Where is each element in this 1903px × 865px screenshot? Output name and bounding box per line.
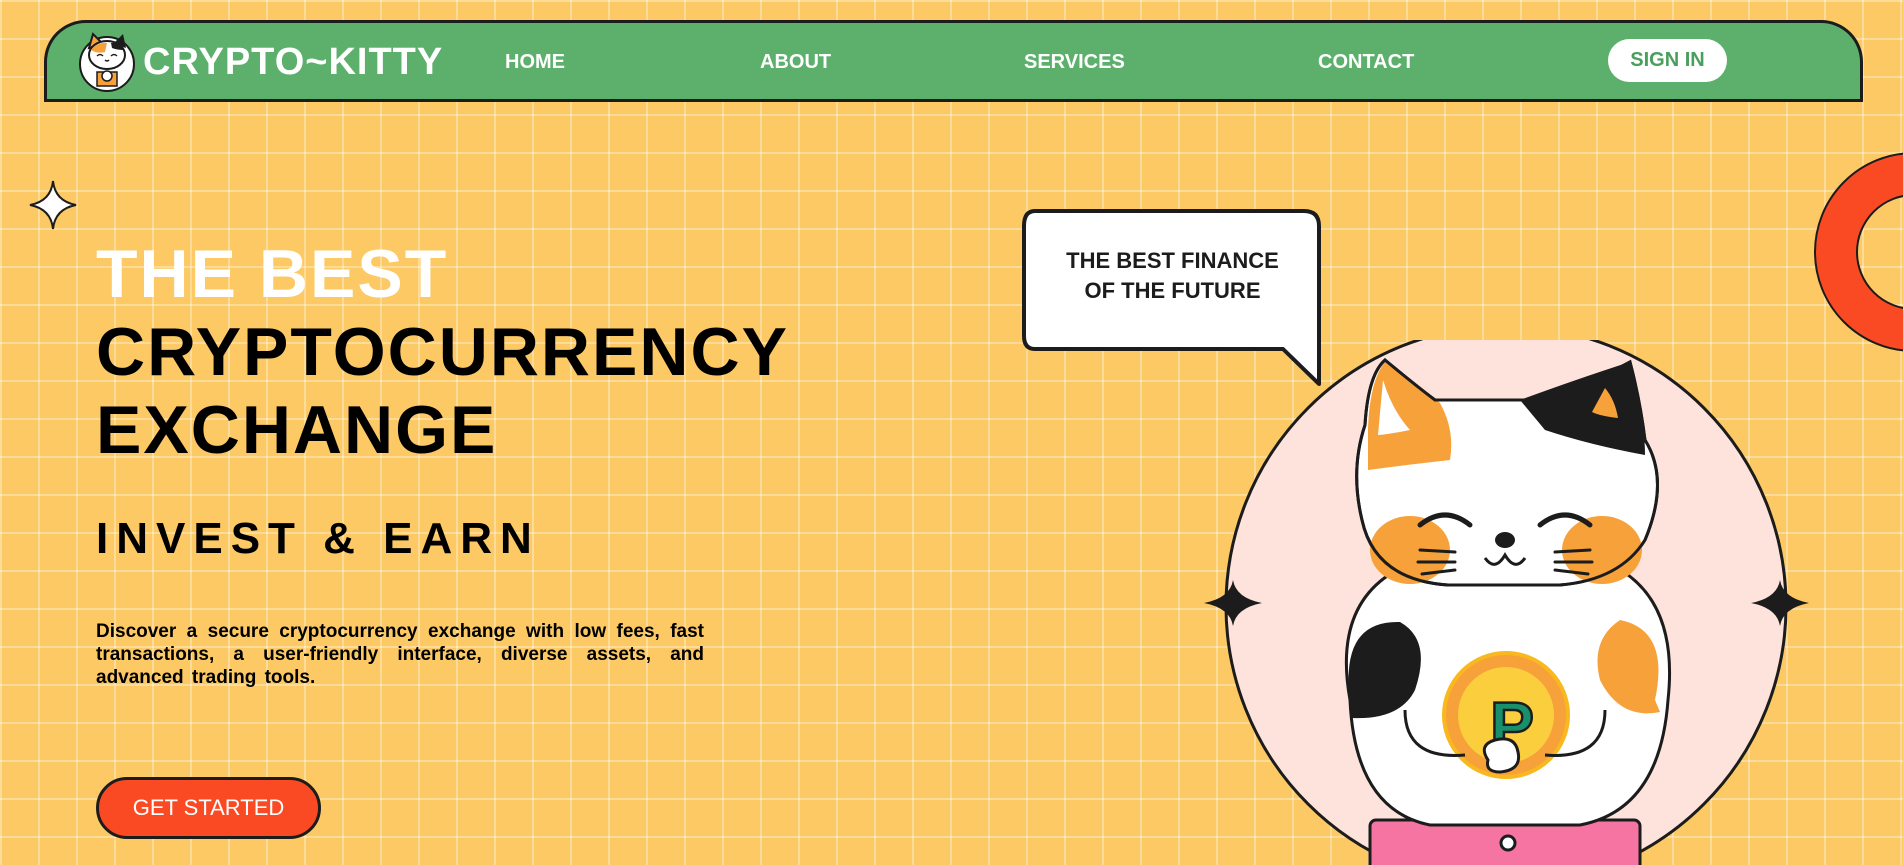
sparkle-icon [29,180,77,230]
cat-logo-icon[interactable] [77,30,137,93]
decorative-ring [1814,152,1903,352]
speech-bubble-line-2: OF THE FUTURE [1084,278,1261,303]
cat-illustration: P [1204,340,1809,865]
nav-contact-link[interactable]: CONTACT [1318,51,1414,74]
hero-subtitle: INVEST & EARN [96,514,540,563]
speech-bubble-text: THE BEST FINANCE OF THE FUTURE [1030,246,1315,306]
signin-button[interactable]: SIGN IN [1608,39,1727,82]
hero-description: Discover a secure cryptocurrency exchang… [96,621,704,688]
hero-line-3: EXCHANGE [96,392,498,468]
hero-line-2: CRYPTOCURRENCY [96,314,789,390]
speech-bubble-line-1: THE BEST FINANCE [1066,248,1279,273]
get-started-button[interactable]: GET STARTED [96,777,321,839]
nav-services-link[interactable]: SERVICES [1024,51,1125,74]
brand-name[interactable]: CRYPTO~KITTY [143,41,443,84]
nav-home-link[interactable]: HOME [505,51,565,74]
navbar: CRYPTO~KITTY HOME ABOUT SERVICES CONTACT… [44,20,1863,102]
nav-about-link[interactable]: ABOUT [760,51,831,74]
hero-line-1: THE BEST [96,236,449,312]
